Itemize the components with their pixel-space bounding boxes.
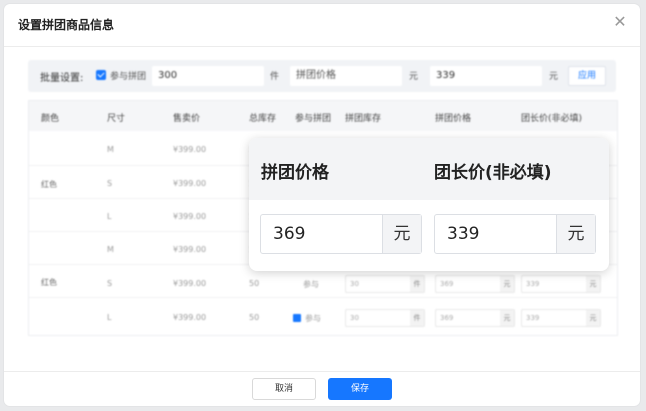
batch-settings-bar: 批量设置: 参与拼团 300 件 拼团价格 元 339 元 应用 (28, 60, 616, 92)
zoom-callout: 拼团价格 团长价(非必填) 369 元 339 元 (249, 138, 609, 271)
cell-price: ¥399.00 (173, 145, 207, 154)
cell-size: M (107, 145, 114, 154)
batch-leader-price-unit: 元 (549, 72, 559, 82)
zoom-leader-price-input[interactable]: 339 元 (434, 214, 596, 254)
close-icon[interactable]: ✕ (612, 14, 628, 30)
cell-join: 参与 (303, 280, 319, 289)
row-divider (29, 297, 617, 298)
cell-color: 红色 (41, 180, 57, 189)
th-join: 参与拼团 (295, 114, 332, 124)
save-button[interactable]: 保存 (328, 378, 392, 400)
group-stock-input[interactable]: 30 件 (345, 309, 425, 327)
batch-label: 批量设置: (40, 73, 84, 84)
th-group-price: 拼团价格 (435, 114, 472, 124)
zoom-header: 拼团价格 团长价(非必填) (249, 138, 609, 200)
join-checkbox[interactable] (293, 314, 301, 322)
leader-price-input[interactable]: 339 元 (521, 309, 601, 327)
batch-stock-unit: 件 (270, 72, 280, 82)
cell-size: L (107, 313, 112, 322)
cell-price: ¥399.00 (173, 212, 207, 221)
th-price: 售卖价 (173, 114, 201, 124)
cell-price: ¥399.00 (173, 313, 207, 322)
dialog-footer: 取消 保存 (4, 371, 640, 406)
dialog-title: 设置拼团商品信息 (18, 18, 115, 32)
th-color: 颜色 (41, 114, 60, 124)
cell-price: ¥399.00 (173, 279, 207, 288)
dialog-header: 设置拼团商品信息 ✕ (4, 4, 640, 47)
cancel-button[interactable]: 取消 (252, 378, 316, 400)
group-price-input[interactable]: 369 元 (435, 309, 515, 327)
zoom-price-header: 拼团价格 (261, 163, 329, 183)
cell-size: L (107, 212, 112, 221)
cell-stock: 50 (249, 279, 260, 288)
zoom-leader-value: 339 (447, 224, 480, 244)
th-group-stock: 拼团库存 (345, 114, 382, 124)
apply-button[interactable]: 应用 (568, 66, 606, 86)
zoom-price-value: 369 (273, 224, 306, 244)
th-leader-price: 团长价(非必填) (521, 114, 583, 124)
th-total-stock: 总库存 (249, 114, 277, 124)
batch-leader-price-input[interactable]: 339 (430, 66, 542, 86)
zoom-leader-unit: 元 (556, 215, 595, 253)
batch-stock-input[interactable]: 300 (152, 66, 264, 86)
zoom-group-price-input[interactable]: 369 元 (260, 214, 422, 254)
join-group-checkbox[interactable] (96, 70, 106, 80)
cell-size: S (107, 279, 113, 288)
group-price-input[interactable]: 369 元 (435, 275, 515, 293)
cell-join: 参与 (305, 314, 321, 323)
batch-price-unit: 元 (409, 72, 419, 82)
table-header: 颜色 尺寸 售卖价 总库存 参与拼团 拼团库存 拼团价格 团长价(非必填) (29, 101, 617, 131)
batch-price-input[interactable]: 拼团价格 (290, 66, 402, 86)
join-group-label: 参与拼团 (110, 72, 147, 82)
cell-size: S (107, 179, 113, 188)
cell-price: ¥399.00 (173, 245, 207, 254)
group-stock-input[interactable]: 30 件 (345, 275, 425, 293)
cell-size: M (107, 245, 114, 254)
cell-stock: 50 (249, 313, 260, 322)
leader-price-input[interactable]: 339 元 (521, 275, 601, 293)
cell-price: ¥399.00 (173, 179, 207, 188)
zoom-price-unit: 元 (382, 215, 421, 253)
cell-color: 红色 (41, 278, 57, 287)
th-size: 尺寸 (107, 114, 126, 124)
zoom-leader-header: 团长价(非必填) (434, 163, 552, 183)
